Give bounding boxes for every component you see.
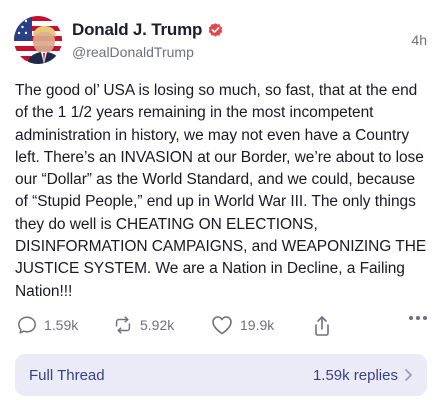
- more-options-button[interactable]: [408, 314, 428, 322]
- full-thread-button[interactable]: Full Thread 1.59k replies: [15, 354, 427, 396]
- comment-icon: [18, 316, 36, 334]
- chevron-right-icon: [405, 369, 412, 381]
- retruth-button[interactable]: 5.92k: [112, 314, 174, 336]
- verified-badge-icon: [207, 22, 224, 39]
- like-button[interactable]: 19.9k: [210, 314, 274, 336]
- like-count: 19.9k: [240, 317, 275, 333]
- thread-replies-count: 1.59k replies: [312, 366, 398, 384]
- avatar[interactable]: [14, 16, 62, 64]
- reply-button[interactable]: 1.59k: [16, 314, 78, 336]
- post-card: Donald J. Trump @realDonaldTrump 4h The …: [0, 0, 441, 400]
- author-name-row: Donald J. Trump: [72, 20, 224, 40]
- reply-count: 1.59k: [44, 317, 79, 333]
- post-body-text: The good ol’ USA is losing so much, so f…: [15, 82, 427, 300]
- post-timestamp[interactable]: 4h: [411, 32, 427, 48]
- thread-replies-link[interactable]: 1.59k replies: [313, 367, 413, 384]
- author-handle[interactable]: @realDonaldTrump: [72, 44, 194, 60]
- post-actions-bar: 1.59k 5.92k 19.9k: [16, 314, 428, 340]
- heart-icon: [212, 316, 232, 335]
- more-dots-icon: [409, 316, 427, 320]
- full-thread-label: Full Thread: [29, 366, 105, 384]
- retruth-icon: [115, 316, 131, 334]
- share-icon: [315, 316, 329, 336]
- retruth-count: 5.92k: [140, 317, 175, 333]
- share-button[interactable]: [312, 314, 332, 338]
- author-display-name[interactable]: Donald J. Trump: [72, 20, 202, 40]
- flag-portrait-avatar: [14, 16, 62, 64]
